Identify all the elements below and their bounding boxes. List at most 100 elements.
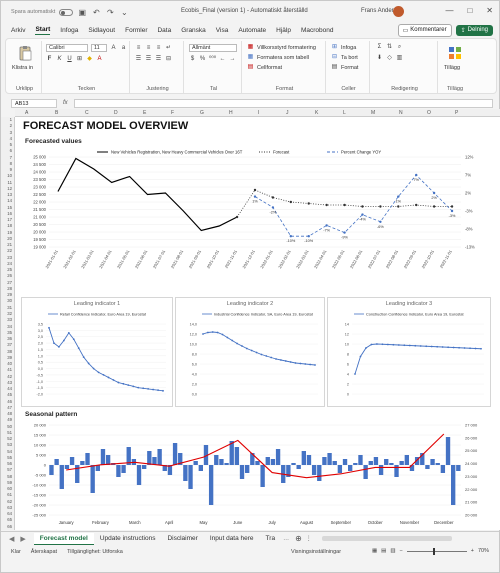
- delete-cells-button[interactable]: ⊟ Ta bort: [331, 54, 358, 61]
- row-header[interactable]: 1: [10, 117, 12, 122]
- row-header[interactable]: 47: [7, 405, 12, 410]
- status-accessibility[interactable]: Tillgänglighet: Utforska: [67, 549, 123, 555]
- column-header[interactable]: K: [315, 110, 318, 116]
- display-settings[interactable]: Visningsinställningar: [291, 549, 341, 555]
- row-header[interactable]: 16: [7, 211, 12, 216]
- shrink-font-icon[interactable]: a: [120, 45, 127, 52]
- zoom-level[interactable]: 70%: [478, 548, 489, 554]
- name-box[interactable]: AB13: [11, 98, 57, 108]
- row-header[interactable]: 65: [7, 517, 12, 522]
- tab-visa[interactable]: Visa: [216, 26, 229, 35]
- font-name-select[interactable]: Calibri: [46, 44, 88, 52]
- column-header[interactable]: M: [371, 110, 375, 116]
- row-header[interactable]: 23: [7, 255, 12, 260]
- fill-color-icon[interactable]: ◆: [86, 56, 93, 63]
- paste-label[interactable]: Klistra in: [12, 65, 33, 71]
- font-size-select[interactable]: 11: [91, 44, 107, 52]
- row-header[interactable]: 34: [7, 324, 12, 329]
- row-header[interactable]: 58: [7, 474, 12, 479]
- row-header[interactable]: 19: [7, 230, 12, 235]
- number-format-select[interactable]: Allmänt: [189, 44, 237, 52]
- column-header[interactable]: A: [25, 110, 28, 116]
- row-header[interactable]: 26: [7, 273, 12, 278]
- leading-indicator-1-panel[interactable]: Leading indicator 1 3,5 3,0 2,5 2,0 1,5 1,0 0,…: [21, 297, 173, 407]
- row-header[interactable]: 51: [7, 430, 12, 435]
- row-header[interactable]: 35: [7, 330, 12, 335]
- cell-styles-button[interactable]: ▤ Cellformat: [247, 64, 282, 71]
- row-header[interactable]: 17: [7, 217, 12, 222]
- row-header[interactable]: 63: [7, 505, 12, 510]
- leading-indicator-3-panel[interactable]: Leading indicator 3 14 12 10 8 6 4 2 0 Construct…: [327, 297, 491, 407]
- row-header[interactable]: 64: [7, 511, 12, 516]
- column-header[interactable]: B: [55, 110, 58, 116]
- borders-icon[interactable]: ⊞: [76, 56, 83, 63]
- percent-icon[interactable]: %: [199, 56, 206, 63]
- column-header[interactable]: I: [258, 110, 259, 116]
- tab-automate[interactable]: Automate: [238, 26, 266, 35]
- sheet-tab-update-instructions[interactable]: Update instructions: [94, 533, 162, 544]
- addins-icon[interactable]: [447, 45, 463, 61]
- next-sheet-icon[interactable]: ▶: [20, 535, 25, 543]
- sheet-tab-truncated[interactable]: Tra: [260, 533, 282, 544]
- merge-icon[interactable]: ⊟: [165, 56, 172, 63]
- row-header[interactable]: 13: [7, 192, 12, 197]
- column-header[interactable]: E: [143, 110, 146, 116]
- row-header[interactable]: 27: [7, 280, 12, 285]
- formula-input[interactable]: [73, 98, 493, 108]
- tab-granska[interactable]: Granska: [181, 26, 206, 35]
- row-header[interactable]: 61: [7, 492, 12, 497]
- comments-button[interactable]: ▭ Kommentarer: [397, 24, 452, 37]
- row-header[interactable]: 46: [7, 399, 12, 404]
- align-top-icon[interactable]: ≡: [135, 45, 142, 52]
- row-header[interactable]: 5: [10, 142, 12, 147]
- row-header[interactable]: 40: [7, 361, 12, 366]
- insert-cells-button[interactable]: ⊞ Infoga: [331, 44, 356, 51]
- sheet-tab-disclaimer[interactable]: Disclaimer: [161, 533, 203, 544]
- row-header[interactable]: 48: [7, 411, 12, 416]
- column-header[interactable]: L: [343, 110, 346, 116]
- bold-icon[interactable]: F: [46, 56, 53, 63]
- row-header[interactable]: 6: [10, 148, 12, 153]
- add-sheet-icon[interactable]: ⊕: [295, 534, 302, 543]
- horizontal-scrollbar[interactable]: [321, 536, 452, 541]
- row-header[interactable]: 12: [7, 186, 12, 191]
- tab-macrobond[interactable]: Macrobond: [301, 26, 334, 35]
- format-table-button[interactable]: ▦ Formatera som tabell: [247, 54, 309, 61]
- fx-icon[interactable]: fx: [63, 100, 68, 106]
- sort-filter-icon[interactable]: ⇅: [386, 44, 393, 51]
- thousands-icon[interactable]: ⁰⁰⁰: [209, 56, 216, 63]
- row-header[interactable]: 28: [7, 286, 12, 291]
- currency-icon[interactable]: $: [189, 56, 196, 63]
- maximize-icon[interactable]: □: [467, 6, 472, 15]
- zoom-slider[interactable]: [406, 547, 467, 555]
- clear-icon[interactable]: ◇: [386, 55, 393, 62]
- row-header[interactable]: 14: [7, 198, 12, 203]
- tab-start[interactable]: Start: [35, 25, 51, 35]
- forecast-chart[interactable]: 25 000 24 500 24 000 23 500 23 000 22 500 22 0…: [21, 147, 491, 295]
- row-header[interactable]: 42: [7, 374, 12, 379]
- row-header[interactable]: 24: [7, 261, 12, 266]
- row-header[interactable]: 25: [7, 267, 12, 272]
- avatar[interactable]: [393, 6, 404, 17]
- column-header[interactable]: O: [427, 110, 431, 116]
- column-header[interactable]: C: [85, 110, 89, 116]
- row-header[interactable]: 60: [7, 486, 12, 491]
- column-header[interactable]: D: [114, 110, 118, 116]
- row-header[interactable]: 8: [10, 161, 12, 166]
- row-header[interactable]: 41: [7, 367, 12, 372]
- row-header[interactable]: 21: [7, 242, 12, 247]
- leading-indicator-2-panel[interactable]: Leading indicator 2 14,0 12,0 10,0 8,0 6,0 4,…: [175, 297, 325, 407]
- row-header[interactable]: 54: [7, 449, 12, 454]
- row-header[interactable]: 4: [10, 136, 12, 141]
- row-header[interactable]: 11: [8, 180, 12, 185]
- row-header[interactable]: 50: [7, 424, 12, 429]
- tab-scroll-icon[interactable]: ⋮: [306, 535, 312, 542]
- column-header[interactable]: J: [286, 110, 289, 116]
- row-header[interactable]: 37: [7, 342, 12, 347]
- sheet-tab-input-data[interactable]: Input data here: [204, 533, 260, 544]
- row-header[interactable]: 52: [7, 436, 12, 441]
- row-header[interactable]: 7: [10, 155, 12, 160]
- paste-icon[interactable]: [17, 45, 33, 61]
- share-button[interactable]: ⇪ Delning: [455, 25, 493, 36]
- tab-arkiv[interactable]: Arkiv: [11, 26, 25, 35]
